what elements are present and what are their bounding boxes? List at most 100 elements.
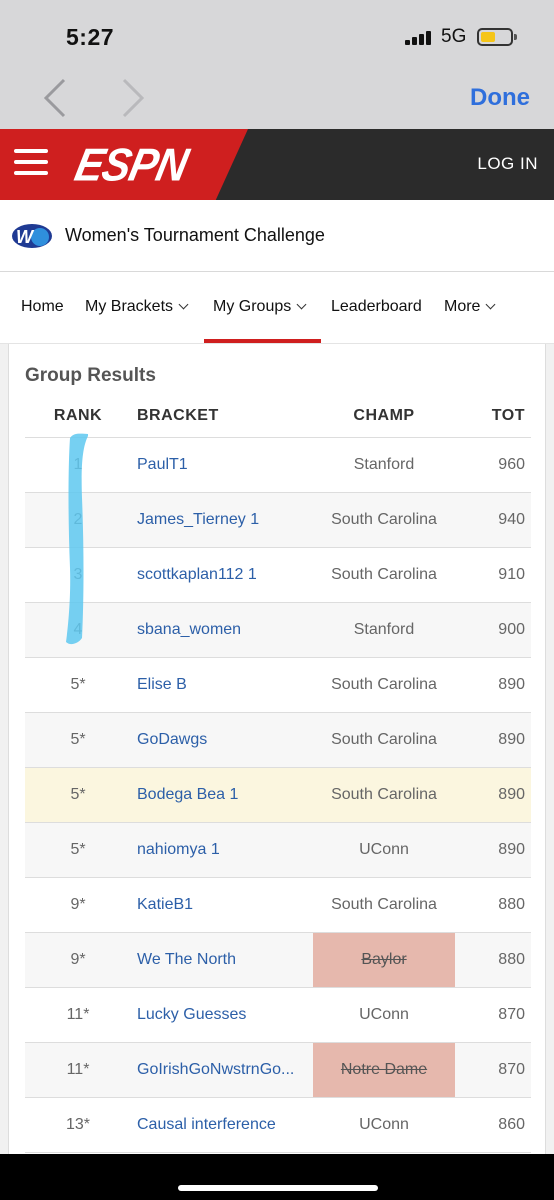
bracket-link[interactable]: James_Tierney 1: [131, 492, 313, 548]
tab-my-groups[interactable]: My Groups: [213, 298, 307, 316]
total-cell: 900: [455, 602, 531, 658]
tournament-logo-icon[interactable]: W: [10, 222, 54, 250]
table-header-row: RANK BRACKET CHAMP TOT: [25, 396, 531, 438]
group-results-card: Group Results RANK BRACKET CHAMP TOT 1 Pa…: [8, 344, 546, 1154]
chevron-down-icon: [296, 299, 307, 310]
battery-icon: [477, 28, 517, 46]
nav-tabs: Home My Brackets My Groups Leaderboard M…: [0, 272, 554, 344]
header-champ[interactable]: CHAMP: [313, 396, 455, 438]
rank-cell: 9*: [25, 877, 131, 933]
tab-more-label: More: [444, 298, 481, 315]
bracket-link[interactable]: Bodega Bea 1: [131, 767, 313, 823]
rank-cell: 11*: [25, 987, 131, 1043]
bracket-link[interactable]: sbana_women: [131, 602, 313, 658]
home-indicator[interactable]: [178, 1185, 378, 1191]
menu-icon[interactable]: [14, 149, 48, 179]
rank-cell: 9*: [25, 932, 131, 988]
bracket-link[interactable]: scottkaplan112 1: [131, 547, 313, 603]
total-cell: 960: [455, 437, 531, 493]
champ-cell: Notre Dame: [313, 1042, 455, 1098]
rank-cell: 11*: [25, 1042, 131, 1098]
bracket-link[interactable]: PaulT1: [131, 437, 313, 493]
champ-cell: Stanford: [313, 602, 455, 658]
table-row[interactable]: 5* GoDawgs South Carolina 890: [25, 712, 531, 768]
total-cell: 890: [455, 712, 531, 768]
champ-cell: South Carolina: [313, 877, 455, 933]
table-row[interactable]: 5* nahiomya 1 UConn 890: [25, 822, 531, 878]
table-row[interactable]: 9* KatieB1 South Carolina 880: [25, 877, 531, 933]
tab-home-label: Home: [21, 298, 64, 315]
tab-my-groups-label: My Groups: [213, 298, 292, 315]
table-row[interactable]: 5* Bodega Bea 1 South Carolina 890: [25, 767, 531, 823]
table-row[interactable]: 3 scottkaplan112 1 South Carolina 910: [25, 547, 531, 603]
rank-cell: 5*: [25, 712, 131, 768]
tab-more[interactable]: More: [444, 298, 496, 316]
table-row[interactable]: 1 PaulT1 Stanford 960: [25, 437, 531, 493]
bottom-bar: [0, 1154, 554, 1200]
chevron-down-icon: [178, 299, 189, 310]
browser-chrome: 5:27 5G Done: [0, 0, 554, 129]
bracket-link[interactable]: Elise B: [131, 657, 313, 713]
active-tab-indicator: [204, 339, 321, 343]
bracket-link[interactable]: Causal interference: [131, 1097, 313, 1153]
bracket-link[interactable]: nahiomya 1: [131, 822, 313, 878]
table-row[interactable]: 4 sbana_women Stanford 900: [25, 602, 531, 658]
champ-cell: UConn: [313, 1097, 455, 1153]
table-row[interactable]: 2 James_Tierney 1 South Carolina 940: [25, 492, 531, 548]
login-link[interactable]: LOG IN: [477, 154, 538, 174]
header-bracket[interactable]: BRACKET: [131, 396, 313, 438]
champ-cell: Baylor: [313, 932, 455, 988]
champ-cell: South Carolina: [313, 492, 455, 548]
tab-leaderboard[interactable]: Leaderboard: [331, 298, 422, 316]
espn-logo[interactable]: ESPN: [70, 139, 192, 192]
champ-cell: South Carolina: [313, 712, 455, 768]
rank-cell: 4: [25, 602, 131, 658]
total-cell: 890: [455, 657, 531, 713]
champ-cell: South Carolina: [313, 657, 455, 713]
tab-my-brackets-label: My Brackets: [85, 298, 174, 315]
rank-cell: 3: [25, 547, 131, 603]
rank-cell: 13*: [25, 1097, 131, 1153]
rank-cell: 2: [25, 492, 131, 548]
champ-cell: South Carolina: [313, 767, 455, 823]
bracket-link[interactable]: Lucky Guesses: [131, 987, 313, 1043]
total-cell: 870: [455, 1042, 531, 1098]
total-cell: 890: [455, 767, 531, 823]
table-row[interactable]: 13* Causal interference UConn 860: [25, 1097, 531, 1153]
tab-my-brackets[interactable]: My Brackets: [85, 298, 189, 316]
bracket-link[interactable]: GoIrishGoNwstrnGo...: [131, 1042, 313, 1098]
status-time: 5:27: [66, 24, 115, 50]
rank-cell: 5*: [25, 822, 131, 878]
signal-icon: [405, 31, 433, 45]
table-row[interactable]: 11* Lucky Guesses UConn 870: [25, 987, 531, 1043]
total-cell: 880: [455, 877, 531, 933]
rank-cell: 1: [25, 437, 131, 493]
header-tot[interactable]: TOT: [455, 396, 531, 438]
bracket-link[interactable]: We The North: [131, 932, 313, 988]
table-row[interactable]: 5* Elise B South Carolina 890: [25, 657, 531, 713]
rank-cell: 5*: [25, 767, 131, 823]
champ-cell: South Carolina: [313, 547, 455, 603]
table-row[interactable]: 9* We The North Baylor 880: [25, 932, 531, 988]
espn-header: ESPN: [0, 129, 554, 200]
total-cell: 870: [455, 987, 531, 1043]
table-row[interactable]: 11* GoIrishGoNwstrnGo... Notre Dame 870: [25, 1042, 531, 1098]
champ-cell: UConn: [313, 822, 455, 878]
total-cell: 940: [455, 492, 531, 548]
tab-home[interactable]: Home: [21, 298, 64, 316]
total-cell: 910: [455, 547, 531, 603]
game-title[interactable]: Women's Tournament Challenge: [65, 225, 325, 246]
section-title: Group Results: [25, 365, 156, 386]
bracket-link[interactable]: KatieB1: [131, 877, 313, 933]
tab-leaderboard-label: Leaderboard: [331, 298, 422, 315]
bracket-link[interactable]: GoDawgs: [131, 712, 313, 768]
forward-arrow-icon[interactable]: [122, 78, 144, 118]
chevron-down-icon: [486, 299, 496, 310]
done-button[interactable]: Done: [470, 84, 530, 112]
network-label: 5G: [441, 26, 467, 47]
svg-text:W: W: [16, 227, 35, 247]
champ-cell: Stanford: [313, 437, 455, 493]
results-table: RANK BRACKET CHAMP TOT 1 PaulT1 Stanford 96…: [25, 396, 531, 1153]
header-rank[interactable]: RANK: [25, 396, 131, 438]
back-arrow-icon[interactable]: [44, 78, 66, 118]
